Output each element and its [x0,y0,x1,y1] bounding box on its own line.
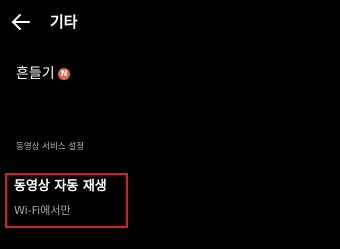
new-badge: N [58,68,70,80]
video-autoplay-title: 동영상 자동 재생 [14,179,107,194]
page-title: 기타 [50,13,78,31]
shake-setting-row[interactable]: 흔들기 N [0,56,340,92]
video-autoplay-setting-row[interactable]: 동영상 자동 재생 Wi-Fi에서만 [5,173,128,228]
shake-setting-label: 흔들기 [16,66,55,82]
app-header: 기타 [0,0,340,44]
arrow-left-icon [11,12,31,32]
video-autoplay-value: Wi-Fi에서만 [14,204,71,217]
video-service-section-header: 동영상 서비스 설정 [16,142,84,152]
back-button[interactable] [8,9,34,35]
